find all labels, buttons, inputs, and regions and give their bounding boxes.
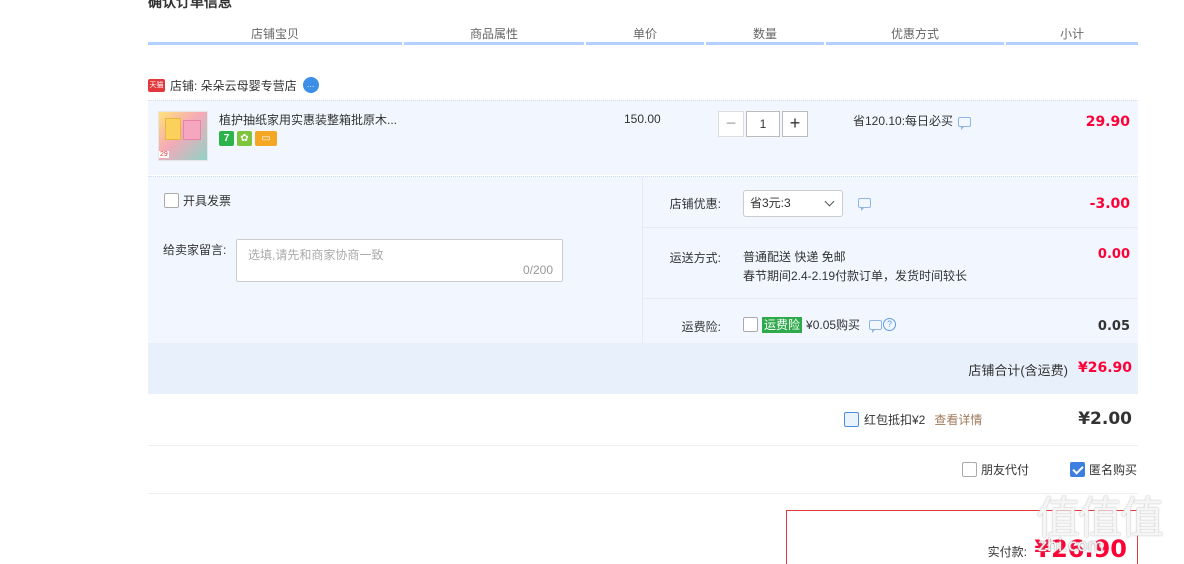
shipping-info: 普通配送 快递 免邮 春节期间2.4-2.19付款订单，发货时间较长 [743, 248, 967, 286]
column-header-attributes: 商品属性 [404, 24, 584, 45]
red-packet-label: 红包抵扣¥2 [864, 413, 926, 427]
tissue-box-graphic [165, 118, 181, 140]
message-icon[interactable] [958, 116, 972, 130]
order-item-row: 29 植护抽纸家用实惠装整箱批原木... 7 ✿ ▭ 150.00 − 1 + … [148, 100, 1138, 175]
section-title: 确认订单信息 [148, 0, 232, 10]
column-header: 店铺宝贝 商品属性 单价 数量 优惠方式 小计 [148, 24, 1138, 48]
shipping-row: 运送方式: 普通配送 快递 免邮 春节期间2.4-2.19付款订单，发货时间较长… [643, 227, 1138, 297]
shipping-insurance-price: ¥0.05购买 [806, 318, 861, 332]
red-packet-row: 红包抵扣¥2 查看详情 ¥2.00 [148, 396, 1138, 446]
column-header-discount: 优惠方式 [826, 24, 1004, 45]
shop-total-label: 店铺合计(含运费) [968, 363, 1068, 378]
red-packet-option[interactable]: 红包抵扣¥2 查看详情 [844, 411, 982, 428]
seller-message-count: 0/200 [522, 263, 553, 277]
invoice-option[interactable]: 开具发票 [164, 192, 231, 209]
chevron-down-icon [824, 196, 835, 207]
order-options-left: 开具发票 给卖家留言: 选填,请先和商家协商一致 0/200 [148, 177, 642, 344]
shipping-insurance-amount: 0.05 [1097, 319, 1130, 334]
invoice-label: 开具发票 [183, 194, 232, 208]
anonymous-label: 匿名购买 [1089, 463, 1138, 477]
quantity-stepper: − 1 + [718, 111, 808, 137]
credit-card-icon[interactable]: ▭ [255, 131, 277, 146]
shop-total-amount: ¥26.90 [1077, 360, 1132, 376]
item-discount-text: 省120.10:每日必买 [853, 114, 954, 128]
shop-discount-value: 省3元:3 [750, 196, 791, 210]
shop-name-link[interactable]: 店铺: 朵朵云母婴专营店 [170, 77, 297, 94]
quantity-plus-button[interactable]: + [782, 111, 808, 137]
friend-pay-label: 朋友代付 [981, 463, 1030, 477]
unit-price: 150.00 [624, 112, 661, 126]
quantity-minus-button[interactable]: − [718, 111, 744, 137]
red-packet-detail-link[interactable]: 查看详情 [934, 411, 982, 428]
product-title-link[interactable]: 植护抽纸家用实惠装整箱批原木... [219, 111, 419, 128]
item-discount: 省120.10:每日必买 [853, 112, 972, 130]
column-header-unit-price: 单价 [586, 24, 704, 45]
red-packet-amount: ¥2.00 [1078, 409, 1132, 429]
column-header-shop-item: 店铺宝贝 [148, 24, 402, 45]
shop-line: 天猫 店铺: 朵朵云母婴专营店 … [148, 76, 319, 94]
help-icon[interactable]: ? [883, 318, 897, 331]
shipping-label: 运送方式: [669, 251, 721, 265]
friend-pay-option[interactable]: 朋友代付 [962, 461, 1029, 478]
message-icon[interactable] [858, 198, 871, 211]
quality-guarantee-icon[interactable]: ✿ [237, 131, 252, 146]
shipping-insurance-tag: 运费险 [762, 316, 803, 333]
quantity-input[interactable]: 1 [746, 111, 780, 137]
product-thumbnail[interactable]: 29 [158, 111, 208, 161]
column-header-quantity: 数量 [706, 24, 824, 45]
payment-label: 实付款: [987, 545, 1027, 559]
shipping-insurance-row: 运费险: 运费险 ¥0.05购买 ? 0.05 [643, 298, 1138, 344]
tmall-logo-icon: 天猫 [148, 78, 165, 92]
shipping-insurance-checkbox[interactable] [743, 317, 758, 332]
seller-message-placeholder: 选填,请先和商家协商一致 [248, 248, 384, 262]
seller-message-label: 给卖家留言: [163, 243, 227, 257]
seven-day-return-icon[interactable]: 7 [219, 131, 234, 146]
service-icons: 7 ✿ ▭ [219, 131, 277, 146]
shipping-notice: 春节期间2.4-2.19付款订单，发货时间较长 [743, 269, 968, 283]
shipping-method: 普通配送 快递 免邮 [743, 250, 846, 264]
shipping-insurance-option[interactable]: 运费险 ¥0.05购买 ? [743, 316, 897, 333]
payment-amount: ¥26.90 [1034, 535, 1127, 563]
shop-discount-label: 店铺优惠: [669, 197, 721, 211]
shipping-insurance-label: 运费险: [681, 320, 721, 334]
payment-summary: 实付款: ¥26.90 [786, 510, 1138, 564]
item-subtotal: 29.90 [1085, 114, 1130, 130]
buy-options-row: 朋友代付 匿名购买 [148, 447, 1138, 494]
shipping-amount: 0.00 [1097, 247, 1130, 262]
red-packet-checkbox[interactable] [844, 412, 859, 427]
anonymous-option[interactable]: 匿名购买 [1070, 461, 1137, 478]
invoice-checkbox[interactable] [164, 193, 179, 208]
message-icon[interactable] [869, 319, 883, 333]
tissue-pack-graphic [183, 120, 201, 140]
shop-discount-amount: -3.00 [1089, 196, 1130, 212]
column-header-subtotal: 小计 [1006, 24, 1138, 45]
shop-discount-row: 店铺优惠: 省3元:3 -3.00 [643, 177, 1138, 226]
seller-message-input[interactable]: 选填,请先和商家协商一致 0/200 [236, 239, 563, 282]
shop-discount-select[interactable]: 省3元:3 [743, 190, 843, 217]
anonymous-checkbox[interactable] [1070, 462, 1085, 477]
thumbnail-price: 29 [159, 151, 169, 158]
friend-pay-checkbox[interactable] [962, 462, 977, 477]
shop-total-row: 店铺合计(含运费) ¥26.90 [148, 343, 1138, 394]
chat-bubble-icon[interactable]: … [302, 77, 319, 93]
